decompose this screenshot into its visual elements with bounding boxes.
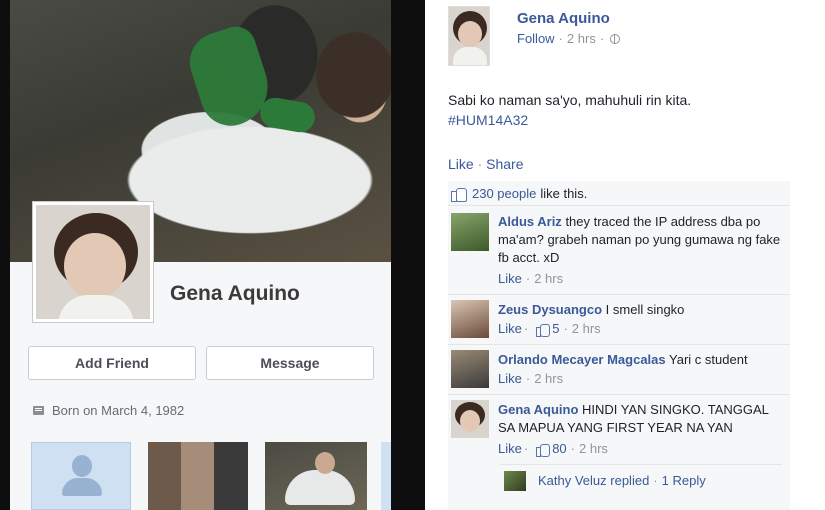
post-actions: Like · Share — [448, 156, 524, 172]
calendar-icon — [33, 406, 44, 415]
message-button[interactable]: Message — [206, 346, 374, 380]
comment-item: Aldus Ariz they traced the IP address db… — [448, 206, 790, 295]
replier-avatar — [504, 470, 526, 491]
post-time[interactable]: 2 hrs — [567, 31, 596, 46]
comment-text: Yari c student — [669, 352, 748, 367]
separator: · — [599, 31, 605, 46]
commenter-name[interactable]: Gena Aquino — [498, 402, 578, 417]
commenter-name[interactable]: Zeus Dysuangco — [498, 302, 602, 317]
comment-time[interactable]: 2 hrs — [534, 371, 563, 386]
comment-text-block: Gena Aquino HINDI YAN SINGKO. TANGGAL SA… — [498, 401, 786, 437]
reply-text[interactable]: Kathy Veluz replied — [538, 473, 649, 488]
comment-like-count[interactable]: 80 — [552, 441, 566, 456]
profile-name[interactable]: Gena Aquino — [170, 282, 300, 306]
globe-icon[interactable] — [610, 33, 621, 44]
reply-row[interactable]: Kathy Veluz replied · 1 Reply — [500, 464, 782, 496]
friend-thumbnail-placeholder[interactable] — [31, 442, 131, 510]
separator: · — [558, 31, 563, 46]
default-avatar-icon — [72, 455, 92, 477]
comment-meta: Like · 2 hrs — [498, 271, 563, 286]
comment-like-link[interactable]: Like — [498, 321, 522, 336]
comment-like-link[interactable]: Like — [498, 271, 522, 286]
commenter-name[interactable]: Orlando Mecayer Magcalas — [498, 352, 666, 367]
commenter-avatar[interactable] — [451, 300, 489, 338]
post-text: Sabi ko naman sa'yo, mahuhuli rin kita. — [448, 92, 692, 108]
comment-text-block: Orlando Mecayer Magcalas Yari c student — [498, 351, 786, 369]
avatar-face — [460, 410, 480, 432]
profile-picture[interactable] — [33, 202, 153, 322]
separator: · — [523, 321, 529, 336]
likes-summary: 230 people like this. — [448, 181, 790, 206]
post-body: Sabi ko naman sa'yo, mahuhuli rin kita. … — [448, 90, 691, 130]
separator: · — [525, 371, 531, 386]
avatar-face — [458, 21, 482, 47]
comment-item: Gena Aquino HINDI YAN SINGKO. TANGGAL SA… — [448, 395, 790, 464]
likes-suffix: like this. — [540, 185, 588, 201]
avatar-shirt — [58, 295, 134, 319]
cover-photo-detail — [257, 95, 318, 135]
commenter-avatar[interactable] — [451, 213, 489, 251]
comment-text: I smell singko — [605, 302, 685, 317]
separator: · — [523, 441, 529, 456]
photo-thumbnail-partial[interactable] — [381, 442, 391, 510]
separator: · — [477, 156, 483, 172]
post-meta: Follow · 2 hrs · — [517, 31, 621, 46]
photo-thumbnail-collage[interactable] — [148, 442, 248, 510]
post-author-name[interactable]: Gena Aquino — [517, 10, 610, 27]
photo-detail — [315, 452, 335, 474]
separator: · — [525, 271, 531, 286]
like-link[interactable]: Like — [448, 156, 474, 172]
post-hashtag[interactable]: #HUM14A32 — [448, 110, 691, 130]
comment-text-block: Aldus Ariz they traced the IP address db… — [498, 213, 786, 267]
post-author-avatar[interactable] — [448, 6, 490, 66]
add-friend-button[interactable]: Add Friend — [28, 346, 196, 380]
comment-item: Orlando Mecayer Magcalas Yari c student … — [448, 345, 790, 395]
thumbs-up-icon — [451, 186, 467, 202]
born-text: Born on March 4, 1982 — [52, 403, 185, 418]
comment-like-link[interactable]: Like — [498, 371, 522, 386]
comment-meta: Like · 80 · 2 hrs — [498, 441, 608, 457]
comment-like-count[interactable]: 5 — [552, 321, 559, 336]
likes-count[interactable]: 230 people — [472, 186, 536, 201]
separator: · — [653, 473, 658, 488]
mobile-profile-panel: Gena Aquino Add Friend Message Born on M… — [0, 0, 425, 510]
comment-time[interactable]: 2 hrs — [579, 441, 608, 456]
thumbs-up-icon — [536, 443, 551, 457]
comment-time[interactable]: 2 hrs — [572, 321, 601, 336]
comment-text-block: Zeus Dysuangco I smell singko — [498, 301, 786, 319]
commenter-name[interactable]: Aldus Ariz — [498, 214, 562, 229]
reply-count[interactable]: 1 Reply — [662, 473, 706, 488]
separator: · — [570, 441, 576, 456]
share-link[interactable]: Share — [486, 156, 523, 172]
follow-link[interactable]: Follow — [517, 31, 555, 46]
comment-time[interactable]: 2 hrs — [534, 271, 563, 286]
comment-item: Zeus Dysuangco I smell singko Like · 5 ·… — [448, 295, 790, 345]
comment-meta: Like · 5 · 2 hrs — [498, 321, 601, 337]
avatar-shirt — [453, 47, 487, 65]
thumbs-up-icon — [536, 323, 551, 337]
comment-meta: Like · 2 hrs — [498, 371, 563, 386]
commenter-avatar[interactable] — [451, 350, 489, 388]
commenter-avatar[interactable] — [451, 400, 489, 438]
born-info: Born on March 4, 1982 — [33, 403, 184, 418]
separator: · — [563, 321, 568, 336]
photo-detail — [285, 470, 355, 505]
comment-like-link[interactable]: Like — [498, 441, 522, 456]
screenshot-root: Gena Aquino Add Friend Message Born on M… — [0, 0, 825, 510]
default-avatar-body — [62, 478, 102, 496]
avatar-face — [64, 233, 126, 299]
photo-thumbnail-cover[interactable] — [265, 442, 367, 510]
